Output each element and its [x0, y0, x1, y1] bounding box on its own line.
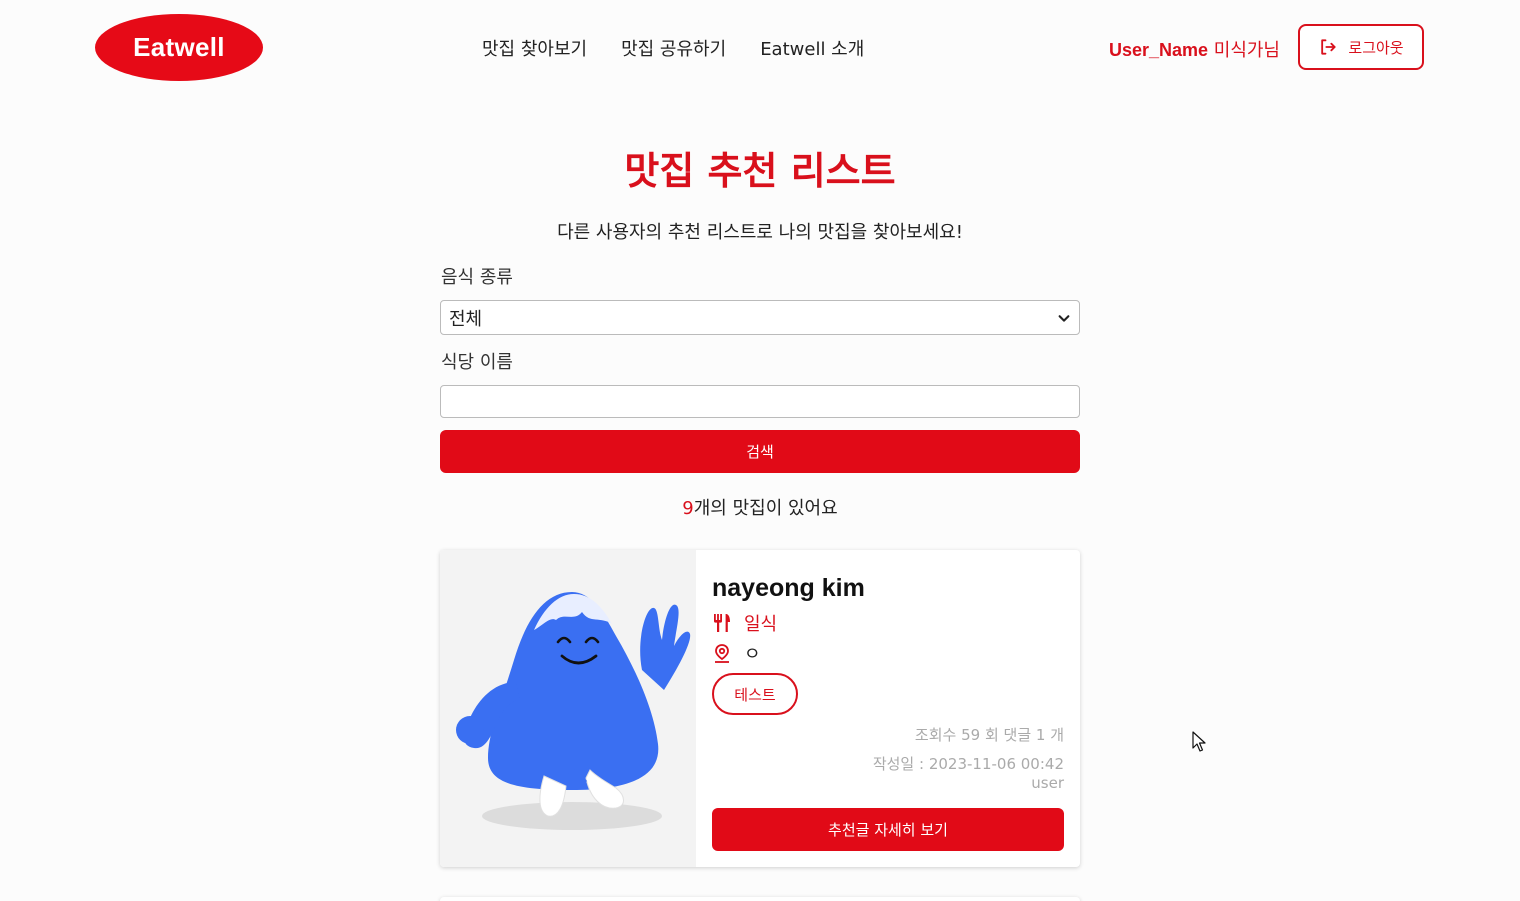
card-location: ㅇ: [744, 644, 761, 665]
nav-about-eatwell[interactable]: Eatwell 소개: [760, 35, 864, 61]
nav-find-restaurants[interactable]: 맛집 찾아보기: [482, 35, 587, 61]
nav-share-restaurants[interactable]: 맛집 공유하기: [621, 35, 726, 61]
card-cuisine-row: 일식: [712, 610, 777, 636]
chevron-down-icon: [1058, 314, 1070, 322]
logo-text: Eatwell: [133, 32, 225, 62]
card-stats: 조회수 59 회 댓글 1 개: [914, 726, 1064, 744]
page-subtitle: 다른 사용자의 추천 리스트로 나의 맛집을 찾아보세요!: [557, 222, 963, 243]
card-location-row: ㅇ: [712, 640, 761, 666]
card-mascot-image: [440, 550, 696, 867]
food-type-label: 음식 종류: [441, 267, 513, 288]
restaurant-name-input[interactable]: [440, 385, 1080, 418]
card-tag[interactable]: 테스트: [712, 673, 798, 715]
mascot-illustration: [456, 592, 691, 830]
result-count: 9개의 맛집이 있어요: [0, 494, 1520, 520]
restaurant-card: nayeong kim 일식 ㅇ 테스트 조회수 59 회 댓글 1 개 작성일…: [440, 550, 1080, 867]
result-count-text: 개의 맛집이 있어요: [693, 498, 838, 519]
map-pin-icon: [715, 644, 729, 663]
logout-label: 로그아웃: [1348, 38, 1404, 57]
fork-knife-icon: [714, 614, 730, 632]
main-nav: 맛집 찾아보기 맛집 공유하기 Eatwell 소개: [482, 35, 864, 61]
result-count-number: 9: [682, 498, 694, 519]
food-type-value: 전체: [449, 308, 483, 330]
food-type-select[interactable]: 전체: [440, 300, 1080, 335]
eatwell-logo[interactable]: Eatwell: [95, 14, 263, 81]
next-restaurant-card: [440, 897, 1080, 901]
restaurant-name-label: 식당 이름: [441, 352, 513, 373]
logout-button[interactable]: 로그아웃: [1298, 24, 1424, 70]
user-suffix: 미식가님: [1208, 40, 1280, 61]
card-username: user: [1031, 774, 1064, 792]
search-button[interactable]: 검색: [440, 430, 1080, 473]
view-detail-button[interactable]: 추천글 자세히 보기: [712, 808, 1064, 851]
page-title: 맛집 추천 리스트: [624, 149, 896, 193]
card-cuisine: 일식: [744, 614, 778, 635]
logout-icon: [1321, 39, 1336, 55]
card-date: 작성일 : 2023-11-06 00:42: [872, 755, 1064, 773]
card-author: nayeong kim: [712, 574, 865, 602]
user-greeting: User_Name 미식가님: [1109, 36, 1280, 62]
user-name: User_Name: [1108, 40, 1209, 60]
card-body: nayeong kim 일식 ㅇ 테스트 조회수 59 회 댓글 1 개 작성일…: [696, 550, 1080, 867]
mouse-cursor-icon: [1192, 731, 1206, 752]
